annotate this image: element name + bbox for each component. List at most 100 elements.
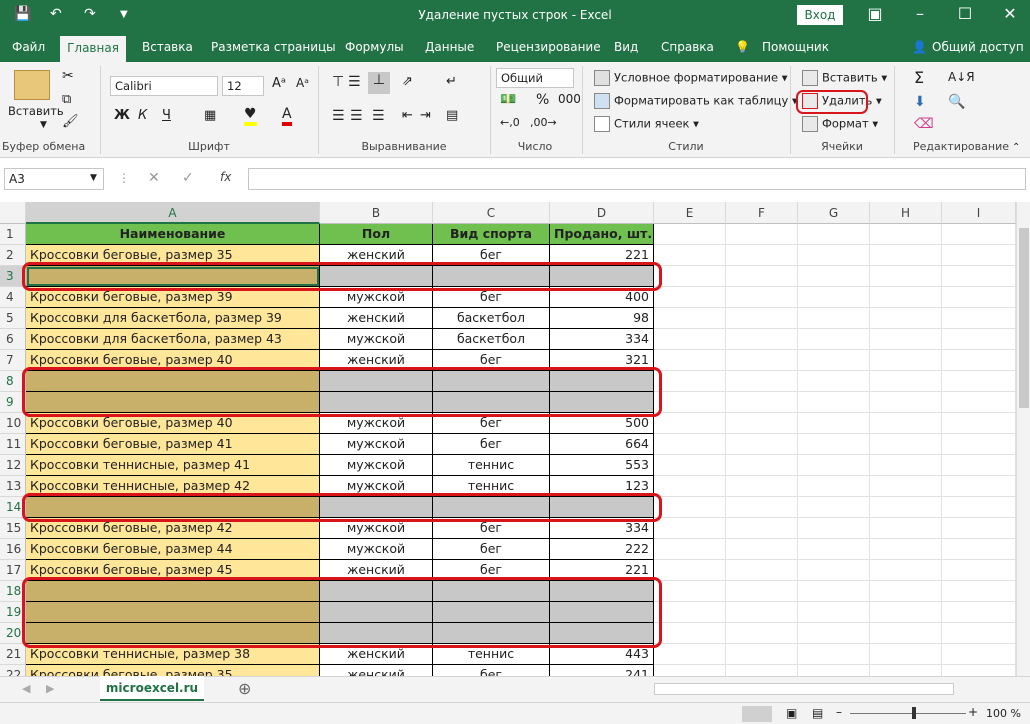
cell-styles-button[interactable]: Стили ячеек ▾	[594, 116, 699, 132]
align-bottom-icon[interactable]: ⊥	[368, 72, 390, 94]
empty-cell[interactable]	[654, 644, 726, 665]
row-header[interactable]: 13	[0, 476, 26, 497]
sheet-tab[interactable]: microexcel.ru	[100, 676, 204, 701]
name-box-dropdown-icon[interactable]: ▼	[90, 173, 97, 183]
empty-cell[interactable]	[726, 371, 798, 392]
empty-cell[interactable]	[654, 350, 726, 371]
empty-cell[interactable]	[654, 413, 726, 434]
empty-cell[interactable]	[942, 644, 1016, 665]
column-header-d[interactable]: D	[550, 202, 654, 224]
empty-cell[interactable]	[870, 245, 942, 266]
empty-cell[interactable]	[654, 455, 726, 476]
empty-cell[interactable]	[654, 497, 726, 518]
column-header-g[interactable]: G	[798, 202, 870, 224]
increase-indent-icon[interactable]: ⇥	[420, 108, 431, 123]
align-left-icon[interactable]: ☰	[332, 108, 345, 124]
column-header-h[interactable]: H	[870, 202, 942, 224]
empty-cell[interactable]	[726, 518, 798, 539]
find-icon[interactable]: 🔍	[948, 94, 965, 110]
empty-cell[interactable]	[726, 224, 798, 245]
table-cell[interactable]: 222	[550, 539, 654, 560]
collapse-ribbon-icon[interactable]: ⌃	[1012, 142, 1020, 153]
empty-cell[interactable]	[798, 539, 870, 560]
empty-cell[interactable]	[654, 539, 726, 560]
scroll-thumb[interactable]	[1019, 228, 1029, 408]
empty-cell[interactable]	[726, 287, 798, 308]
row-header[interactable]: 5	[0, 308, 26, 329]
font-name-select[interactable]: Calibri	[110, 76, 218, 96]
insert-function-icon[interactable]: fx	[220, 170, 231, 184]
empty-cell[interactable]	[726, 455, 798, 476]
zoom-slider[interactable]	[850, 713, 966, 714]
align-middle-icon[interactable]: ☰	[348, 74, 361, 90]
clear-icon[interactable]: ⌫	[914, 116, 934, 132]
row-header[interactable]: 16	[0, 539, 26, 560]
empty-cell[interactable]	[654, 308, 726, 329]
format-as-table-button[interactable]: Форматировать как таблицу ▾	[594, 93, 798, 109]
empty-cell[interactable]	[726, 245, 798, 266]
table-header-cell[interactable]: Вид спорта	[433, 224, 550, 245]
comma-style-icon[interactable]: 000	[558, 92, 581, 106]
empty-cell[interactable]	[726, 539, 798, 560]
empty-cell[interactable]	[654, 665, 726, 676]
empty-cell[interactable]	[798, 434, 870, 455]
table-cell[interactable]: Кроссовки теннисные, размер 41	[26, 455, 320, 476]
empty-cell[interactable]	[798, 350, 870, 371]
table-cell[interactable]: 334	[550, 329, 654, 350]
table-header-cell[interactable]: Наименование	[26, 224, 320, 245]
page-layout-view-icon[interactable]: ▣	[786, 706, 797, 720]
empty-cell[interactable]	[798, 329, 870, 350]
fill-color-icon[interactable]: ♥	[244, 106, 257, 126]
row-header[interactable]: 22	[0, 665, 26, 676]
table-cell[interactable]: бег	[433, 434, 550, 455]
table-cell[interactable]: бег	[433, 665, 550, 676]
font-size-select[interactable]: 12	[222, 76, 264, 96]
tab-home[interactable]: Главная	[60, 36, 126, 62]
row-header[interactable]: 17	[0, 560, 26, 581]
table-cell[interactable]: Кроссовки беговые, размер 35	[26, 665, 320, 676]
insert-cells-button[interactable]: Вставить ▾	[802, 70, 887, 86]
empty-cell[interactable]	[798, 581, 870, 602]
empty-cell[interactable]	[654, 371, 726, 392]
table-header-cell[interactable]: Продано, шт.	[550, 224, 654, 245]
empty-cell[interactable]	[942, 497, 1016, 518]
zoom-in-icon[interactable]: +	[968, 705, 978, 719]
percent-icon[interactable]: %	[536, 92, 549, 108]
table-cell[interactable]: женский	[320, 665, 433, 676]
select-all-corner[interactable]	[0, 202, 26, 224]
empty-cell[interactable]	[798, 287, 870, 308]
row-header[interactable]: 2	[0, 245, 26, 266]
empty-cell[interactable]	[654, 224, 726, 245]
empty-cell[interactable]	[942, 266, 1016, 287]
empty-cell[interactable]	[798, 602, 870, 623]
page-break-view-icon[interactable]: ▤	[812, 706, 823, 720]
empty-cell[interactable]	[798, 518, 870, 539]
empty-cell[interactable]	[798, 392, 870, 413]
empty-cell[interactable]	[870, 308, 942, 329]
empty-cell[interactable]	[942, 224, 1016, 245]
empty-cell[interactable]	[726, 413, 798, 434]
cut-icon[interactable]: ✂	[62, 68, 74, 84]
empty-cell[interactable]	[870, 518, 942, 539]
ribbon-options-icon[interactable]: ▣	[860, 4, 890, 23]
empty-cell[interactable]	[726, 392, 798, 413]
empty-cell[interactable]	[798, 560, 870, 581]
maximize-icon[interactable]: ☐	[950, 4, 980, 23]
empty-cell[interactable]	[942, 455, 1016, 476]
empty-cell[interactable]	[654, 581, 726, 602]
bold-button[interactable]: Ж	[114, 108, 130, 123]
empty-cell[interactable]	[798, 308, 870, 329]
tab-review[interactable]: Рецензирование	[496, 40, 601, 54]
empty-cell[interactable]	[726, 350, 798, 371]
zoom-out-icon[interactable]: –	[836, 705, 842, 719]
empty-cell[interactable]	[654, 245, 726, 266]
align-center-icon[interactable]: ☰	[350, 108, 363, 124]
empty-cell[interactable]	[798, 644, 870, 665]
table-cell[interactable]: женский	[320, 308, 433, 329]
grow-font-icon[interactable]: Aᵃ	[272, 76, 286, 91]
empty-cell[interactable]	[726, 329, 798, 350]
empty-cell[interactable]	[870, 392, 942, 413]
row-header[interactable]: 15	[0, 518, 26, 539]
table-cell[interactable]: баскетбол	[433, 308, 550, 329]
empty-cell[interactable]	[942, 623, 1016, 644]
